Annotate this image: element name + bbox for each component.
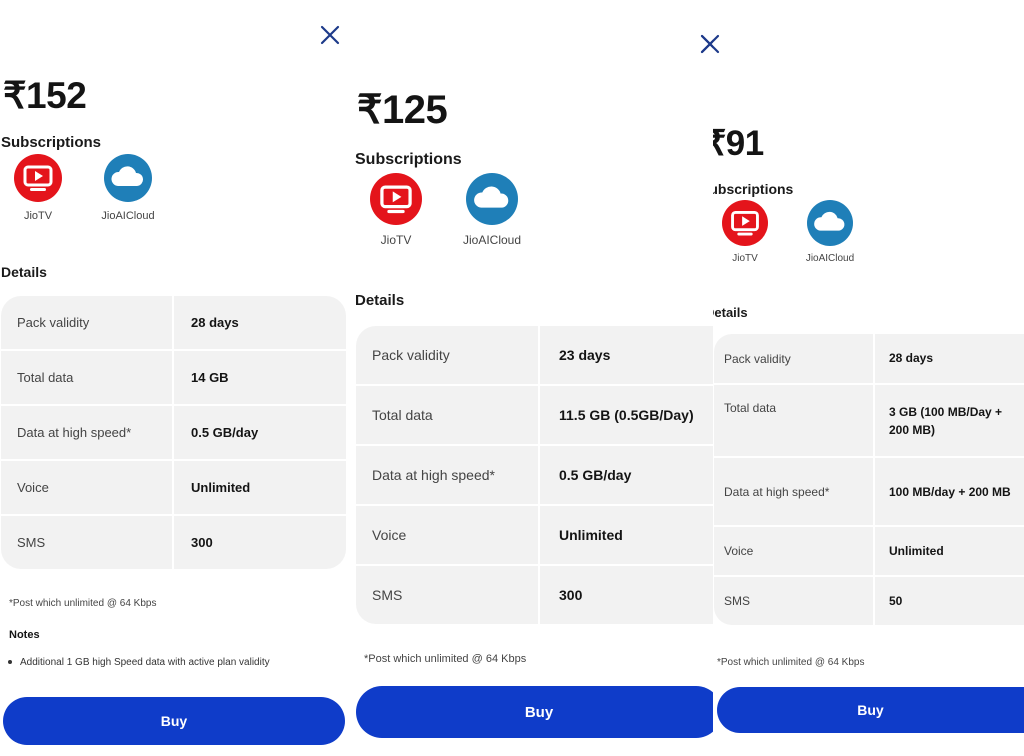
subscriptions-title: Subscriptions	[1, 134, 102, 151]
details-title: Details	[355, 292, 405, 309]
table-row: SMS 300	[356, 566, 722, 624]
detail-value: Unlimited	[875, 527, 1024, 575]
detail-label: SMS	[356, 566, 538, 624]
detail-label: SMS	[714, 577, 873, 625]
detail-value: 300	[174, 516, 346, 569]
jiotv-icon	[370, 173, 422, 225]
table-row: Total data 14 GB	[1, 351, 346, 404]
detail-label: Pack validity	[356, 326, 538, 384]
plan-panel-91: ₹91 Subscriptions JioTV JioAICloud Detai…	[713, 0, 1024, 756]
notes-title: Notes	[9, 629, 40, 641]
detail-value: 300	[540, 566, 722, 624]
table-row: Voice Unlimited	[1, 461, 346, 514]
subscription-label: JioAICloud	[101, 210, 155, 222]
footnote: *Post which unlimited @ 64 Kbps	[717, 657, 865, 668]
table-row: SMS 300	[1, 516, 346, 569]
detail-value: 23 days	[540, 326, 722, 384]
subscription-jioaicloud[interactable]: JioAICloud	[454, 173, 530, 247]
detail-label: Data at high speed*	[356, 446, 538, 504]
detail-value: Unlimited	[174, 461, 346, 514]
table-row: Pack validity 23 days	[356, 326, 722, 384]
table-row: Data at high speed* 0.5 GB/day	[1, 406, 346, 459]
detail-value: 11.5 GB (0.5GB/Day)	[540, 386, 722, 444]
details-title: Details	[1, 264, 47, 280]
subscription-jiotv[interactable]: JioTV	[358, 173, 434, 247]
subscription-jiotv[interactable]: JioTV	[721, 200, 769, 264]
detail-value: 100 MB/day + 200 MB	[875, 458, 1024, 525]
buy-button[interactable]: Buy	[356, 686, 722, 738]
subscription-jiotv[interactable]: JioTV	[0, 154, 76, 222]
jioaicloud-icon	[104, 154, 152, 202]
details-table: Pack validity 23 days Total data 11.5 GB…	[356, 326, 722, 624]
footnote: *Post which unlimited @ 64 Kbps	[9, 598, 157, 609]
detail-label: Voice	[714, 527, 873, 575]
table-row: SMS 50	[714, 577, 1024, 625]
plan-price: ₹152	[3, 75, 87, 116]
plan-price: ₹125	[357, 88, 448, 132]
footnote: *Post which unlimited @ 64 Kbps	[364, 653, 527, 665]
subscription-label: JioTV	[380, 233, 412, 247]
detail-label: Data at high speed*	[1, 406, 172, 459]
subscription-label: JioTV	[732, 253, 758, 264]
details-title: Details	[713, 305, 748, 320]
table-row: Voice Unlimited	[714, 527, 1024, 575]
subscription-label: JioAICloud	[462, 233, 522, 247]
subscriptions-title: Subscriptions	[355, 151, 462, 168]
table-row: Pack validity 28 days	[1, 296, 346, 349]
subscription-label: JioTV	[23, 210, 53, 222]
detail-value: 28 days	[875, 334, 1024, 383]
buy-button[interactable]: Buy	[3, 697, 345, 745]
plan-price: ₹91	[713, 124, 764, 163]
jioaicloud-icon	[466, 173, 518, 225]
detail-value: 50	[875, 577, 1024, 625]
subscription-jioaicloud[interactable]: JioAICloud	[797, 200, 863, 264]
detail-value: 0.5 GB/day	[540, 446, 722, 504]
detail-label: Total data	[356, 386, 538, 444]
table-row: Data at high speed* 100 MB/day + 200 MB	[714, 458, 1024, 525]
details-table: Pack validity 28 days Total data 3 GB (1…	[714, 334, 1024, 625]
table-row: Data at high speed* 0.5 GB/day	[356, 446, 722, 504]
plan-panel-125: ₹125 Subscriptions JioTV JioAICloud Deta…	[350, 0, 722, 756]
detail-label: SMS	[1, 516, 172, 569]
table-row: Voice Unlimited	[356, 506, 722, 564]
details-table: Pack validity 28 days Total data 14 GB D…	[1, 296, 346, 569]
buy-button[interactable]: Buy	[717, 687, 1024, 733]
close-icon[interactable]	[699, 33, 721, 55]
subscription-label: JioAICloud	[805, 253, 855, 264]
note-item: Additional 1 GB high Speed data with act…	[6, 657, 270, 668]
detail-value: Unlimited	[540, 506, 722, 564]
plan-panel-152: ₹152 Subscriptions JioTV JioAICloud Deta…	[0, 0, 350, 756]
detail-label: Total data	[1, 351, 172, 404]
detail-label: Pack validity	[1, 296, 172, 349]
detail-label: Voice	[356, 506, 538, 564]
subscription-jioaicloud[interactable]: JioAICloud	[92, 154, 164, 222]
detail-label: Pack validity	[714, 334, 873, 383]
detail-label: Voice	[1, 461, 172, 514]
detail-value: 3 GB (100 MB/Day + 200 MB)	[875, 385, 1024, 456]
table-row: Pack validity 28 days	[714, 334, 1024, 383]
note-text: Additional 1 GB high Speed data with act…	[20, 657, 270, 668]
detail-value: 0.5 GB/day	[174, 406, 346, 459]
table-row: Total data 11.5 GB (0.5GB/Day)	[356, 386, 722, 444]
detail-label: Data at high speed*	[714, 458, 873, 525]
detail-value: 14 GB	[174, 351, 346, 404]
jiotv-icon	[722, 200, 768, 246]
jioaicloud-icon	[807, 200, 853, 246]
close-icon[interactable]	[319, 24, 341, 46]
subscriptions-title: Subscriptions	[713, 181, 794, 197]
jiotv-icon	[14, 154, 62, 202]
bullet-dot	[8, 660, 12, 665]
table-row: Total data 3 GB (100 MB/Day + 200 MB)	[714, 385, 1024, 456]
detail-label: Total data	[714, 385, 873, 456]
detail-value: 28 days	[174, 296, 346, 349]
